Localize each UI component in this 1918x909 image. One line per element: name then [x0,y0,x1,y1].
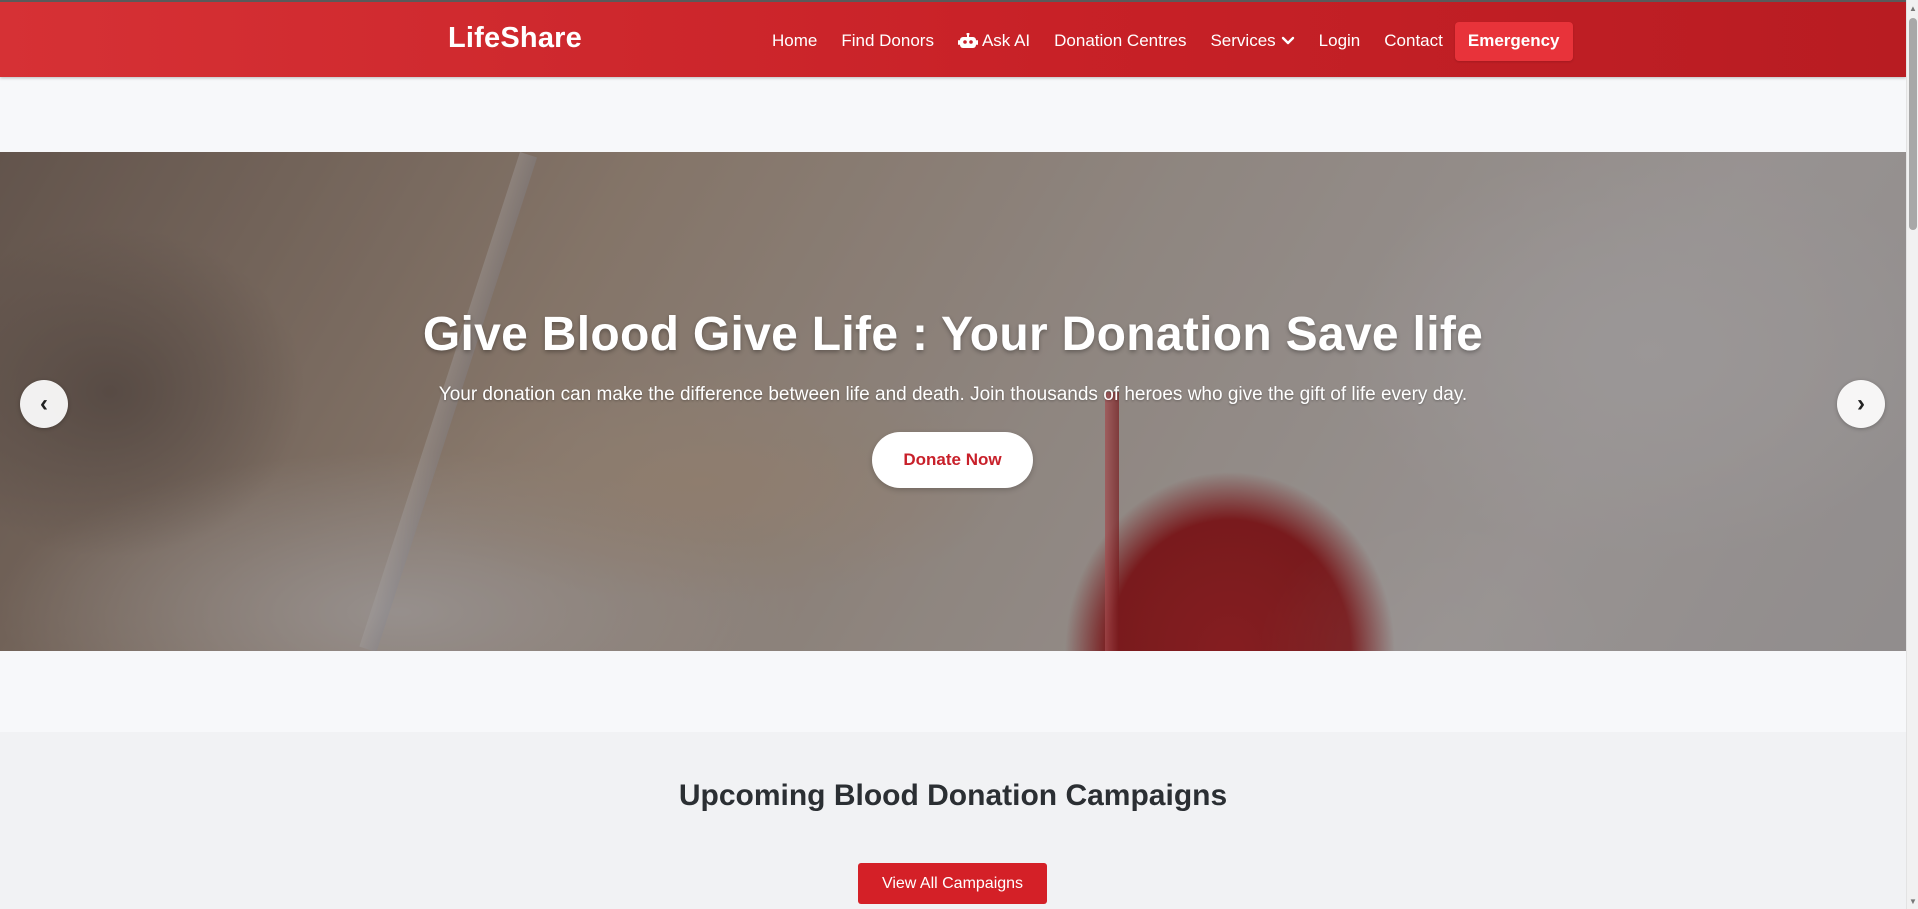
carousel-next-button[interactable]: › [1837,380,1885,428]
page: LifeShare Home Find Donors Ask AI Donati… [0,0,1918,909]
campaigns-title: Upcoming Blood Donation Campaigns [678,779,1228,812]
nav-home[interactable]: Home [760,22,829,60]
nav-ask-ai[interactable]: Ask AI [946,22,1042,60]
view-all-campaigns-button[interactable]: View All Campaigns [858,863,1047,904]
campaigns-section: Upcoming Blood Donation Campaigns View A… [0,732,1906,909]
hero-title: Give Blood Give Life : Your Donation Sav… [422,308,1484,361]
nav-contact-label: Contact [1384,31,1443,50]
hero-content: Give Blood Give Life : Your Donation Sav… [0,152,1906,651]
nav-home-label: Home [772,31,818,50]
nav-donation-centres[interactable]: Donation Centres [1042,22,1198,60]
scrollbar-thumb[interactable] [1909,18,1917,230]
nav-find-donors[interactable]: Find Donors [829,22,946,60]
scroll-up-arrow-icon[interactable]: ▲ [1908,2,1918,14]
brand-logo[interactable]: LifeShare [448,22,582,55]
nav-login-label: Login [1318,31,1361,50]
robot-icon [957,33,978,49]
nav-contact[interactable]: Contact [1372,22,1455,60]
page-scrollbar[interactable]: ▲ ▼ [1906,0,1918,909]
nav-services[interactable]: Services [1198,22,1306,60]
hero-subtitle: Your donation can make the difference be… [438,384,1468,405]
nav-find-donors-label: Find Donors [841,31,934,50]
hero-carousel: Give Blood Give Life : Your Donation Sav… [0,152,1906,651]
carousel-prev-button[interactable]: ‹ [20,380,68,428]
navbar: LifeShare Home Find Donors Ask AI Donati… [0,0,1906,77]
nav-links: Home Find Donors Ask AI Donation Centres… [760,21,1573,61]
nav-login[interactable]: Login [1307,22,1373,60]
donate-now-button[interactable]: Donate Now [872,432,1033,488]
chevron-down-icon [1281,36,1295,46]
nav-donation-centres-label: Donation Centres [1054,31,1187,50]
chevron-left-icon: ‹ [40,390,48,417]
chevron-right-icon: › [1857,390,1865,417]
emergency-button[interactable]: Emergency [1454,21,1573,61]
nav-services-label: Services [1210,31,1276,50]
nav-ask-ai-label: Ask AI [981,31,1031,50]
scroll-down-arrow-icon[interactable]: ▼ [1908,895,1918,907]
